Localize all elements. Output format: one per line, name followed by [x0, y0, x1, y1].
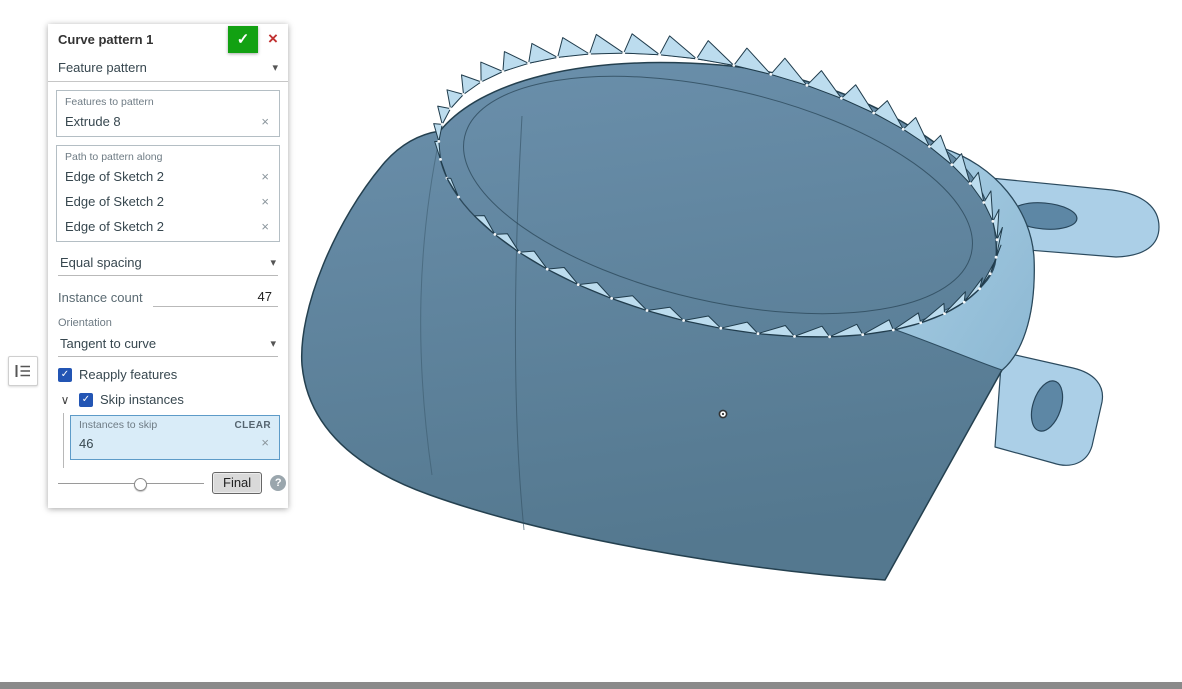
path-item-row[interactable]: Edge of Sketch 2 ×: [65, 214, 271, 239]
feature-item-row[interactable]: Extrude 8 ×: [65, 109, 271, 134]
path-item-name: Edge of Sketch 2: [65, 194, 165, 209]
features-to-pattern-box[interactable]: Features to pattern Extrude 8 ×: [56, 90, 280, 137]
reapply-features-label: Reapply features: [79, 367, 178, 382]
features-to-pattern-label: Features to pattern: [65, 96, 154, 108]
path-to-pattern-label: Path to pattern along: [65, 151, 163, 163]
instances-to-skip-box[interactable]: Instances to skip CLEAR 46 ×: [70, 415, 280, 460]
3d-viewport[interactable]: [290, 10, 1170, 610]
instance-count-label: Instance count: [58, 290, 143, 305]
rollback-slider[interactable]: [58, 477, 204, 491]
orientation-select[interactable]: Tangent to curve ▾: [58, 331, 278, 357]
path-item-name: Edge of Sketch 2: [65, 219, 165, 234]
reapply-features-checkbox[interactable]: ✓: [58, 367, 72, 382]
path-item-row[interactable]: Edge of Sketch 2 ×: [65, 189, 271, 214]
curve-pattern-dialog: Curve pattern 1 ✓ × Feature pattern ▾ Fe…: [48, 24, 288, 508]
skip-instance-row[interactable]: 46 ×: [79, 431, 271, 455]
reapply-features-row: ✓ Reapply features: [58, 367, 278, 382]
skip-instances-checkbox[interactable]: ✓: [79, 392, 93, 407]
skip-instances-section: Instances to skip CLEAR 46 ×: [63, 413, 280, 468]
orientation-label: Orientation: [58, 317, 112, 329]
skip-instances-row: ∨ ✓ Skip instances: [58, 392, 278, 407]
tab-lower[interactable]: [994, 351, 1104, 466]
skip-instances-label: Skip instances: [100, 392, 184, 407]
spacing-value: Equal spacing: [60, 255, 142, 270]
remove-icon[interactable]: ×: [259, 169, 271, 184]
caret-down-icon: ▾: [270, 338, 276, 350]
feature-list-icon: [15, 364, 31, 378]
instance-count-row: Instance count 47: [58, 288, 278, 307]
feature-list-toggle[interactable]: [8, 356, 38, 386]
bottom-status-bar: [0, 682, 1182, 689]
pattern-type-select[interactable]: Feature pattern ▾: [48, 54, 288, 82]
cancel-button[interactable]: ×: [258, 26, 288, 53]
rollback-slider-handle[interactable]: [134, 477, 147, 491]
remove-icon[interactable]: ×: [259, 114, 271, 129]
final-button[interactable]: Final: [212, 472, 263, 494]
help-icon[interactable]: ?: [270, 475, 287, 491]
dialog-header: Curve pattern 1 ✓ ×: [48, 24, 288, 54]
path-item-name: Edge of Sketch 2: [65, 169, 165, 184]
spacing-select[interactable]: Equal spacing ▾: [58, 250, 278, 276]
chevron-down-icon[interactable]: ∨: [58, 393, 72, 407]
dialog-title: Curve pattern 1: [58, 31, 154, 47]
caret-down-icon: ▾: [270, 257, 276, 269]
remove-icon[interactable]: ×: [259, 219, 271, 234]
remove-icon[interactable]: ×: [259, 194, 271, 209]
accept-button[interactable]: ✓: [228, 25, 258, 53]
path-to-pattern-box[interactable]: Path to pattern along Edge of Sketch 2 ×…: [56, 145, 280, 242]
path-item-row[interactable]: Edge of Sketch 2 ×: [65, 164, 271, 189]
caret-down-icon: ▾: [272, 62, 278, 74]
orientation-value: Tangent to curve: [60, 336, 157, 351]
instances-to-skip-label: Instances to skip: [79, 419, 158, 431]
remove-icon[interactable]: ×: [259, 436, 271, 450]
clear-button[interactable]: CLEAR: [235, 420, 271, 431]
skip-instance-value: 46: [79, 435, 94, 451]
instance-count-input[interactable]: 47: [152, 288, 278, 307]
dialog-footer: Final ?: [58, 472, 287, 494]
feature-item-name: Extrude 8: [65, 114, 121, 129]
pattern-type-value: Feature pattern: [58, 60, 147, 75]
origin-marker[interactable]: [718, 409, 728, 419]
